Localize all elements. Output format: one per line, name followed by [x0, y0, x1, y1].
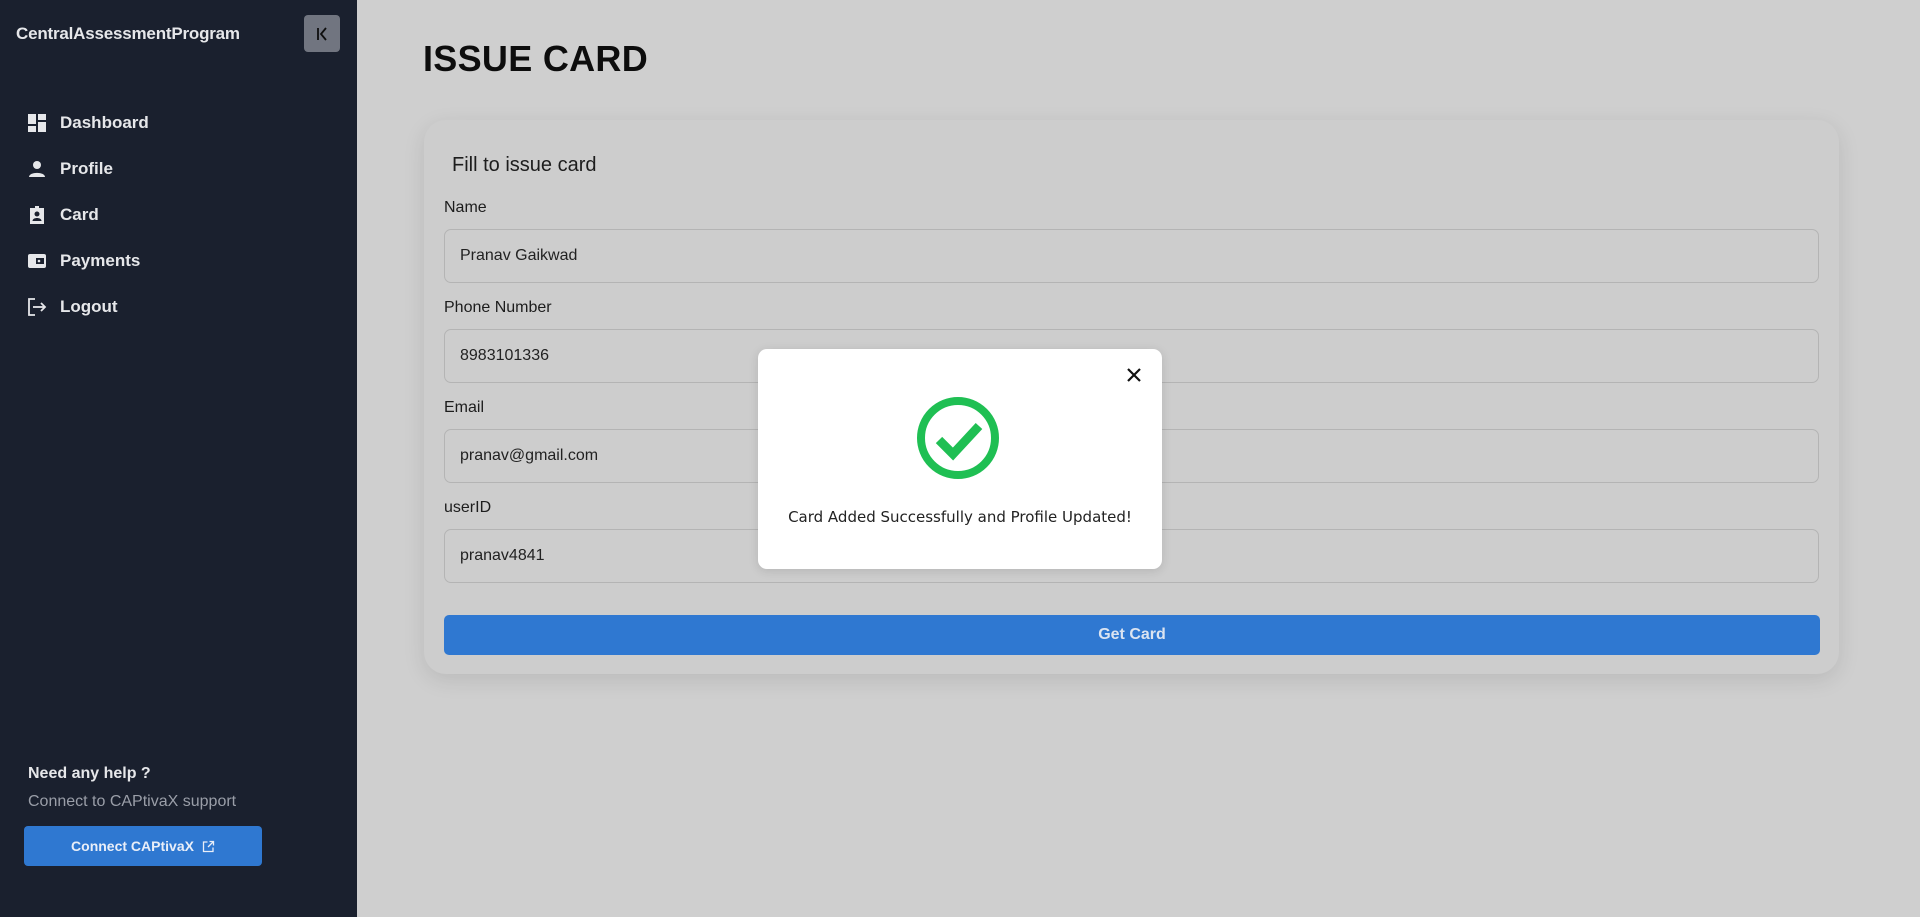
get-card-button[interactable]: Get Card: [444, 615, 1820, 655]
help-title: Need any help ?: [28, 765, 151, 782]
email-label: Email: [444, 399, 485, 416]
name-label: Name: [444, 199, 487, 216]
connect-support-label: Connect CAPtivaX: [71, 838, 194, 854]
page-title: ISSUE CARD: [423, 38, 649, 79]
close-icon: [1127, 368, 1141, 382]
phone-value: 8983101336: [460, 347, 549, 364]
close-modal-button[interactable]: [1123, 364, 1145, 386]
app-brand: CentralAssessmentProgram: [16, 24, 240, 43]
sidebar-item-label: Profile: [60, 159, 113, 178]
userid-value: pranav4841: [460, 547, 545, 564]
userid-label: userID: [444, 499, 492, 516]
sidebar-item-label: Logout: [60, 297, 118, 316]
name-value: Pranav Gaikwad: [460, 247, 578, 264]
help-subtitle: Connect to CAPtivaX support: [28, 793, 237, 810]
collapse-sidebar-button[interactable]: [304, 15, 340, 52]
dashboard-icon: [26, 112, 48, 134]
connect-support-button[interactable]: Connect CAPtivaX: [24, 826, 262, 866]
sidebar-item-dashboard[interactable]: Dashboard: [0, 100, 357, 146]
phone-label: Phone Number: [444, 299, 552, 316]
badge-icon: [26, 204, 48, 226]
sidebar-item-payments[interactable]: Payments: [0, 238, 357, 284]
person-icon: [26, 158, 48, 180]
collapse-icon: [317, 26, 327, 41]
form-title: Fill to issue card: [452, 154, 597, 176]
email-value: pranav@gmail.com: [460, 447, 599, 464]
sidebar-item-profile[interactable]: Profile: [0, 146, 357, 192]
sidebar: CentralAssessmentProgram Dashboard Profi…: [0, 0, 357, 917]
sidebar-item-label: Payments: [60, 251, 141, 270]
external-link-icon: [202, 840, 215, 852]
sidebar-item-label: Dashboard: [60, 113, 149, 132]
sidebar-nav: Dashboard Profile Card Payments Logout: [0, 100, 357, 330]
success-message: Card Added Successfully and Profile Upda…: [788, 508, 1132, 526]
check-circle-icon: [917, 397, 999, 479]
sidebar-item-logout[interactable]: Logout: [0, 284, 357, 330]
sidebar-item-card[interactable]: Card: [0, 192, 357, 238]
success-modal: Card Added Successfully and Profile Upda…: [758, 349, 1162, 569]
name-field[interactable]: Pranav Gaikwad: [444, 229, 1819, 283]
logout-icon: [26, 296, 48, 318]
wallet-icon: [26, 250, 48, 272]
sidebar-item-label: Card: [60, 205, 99, 224]
